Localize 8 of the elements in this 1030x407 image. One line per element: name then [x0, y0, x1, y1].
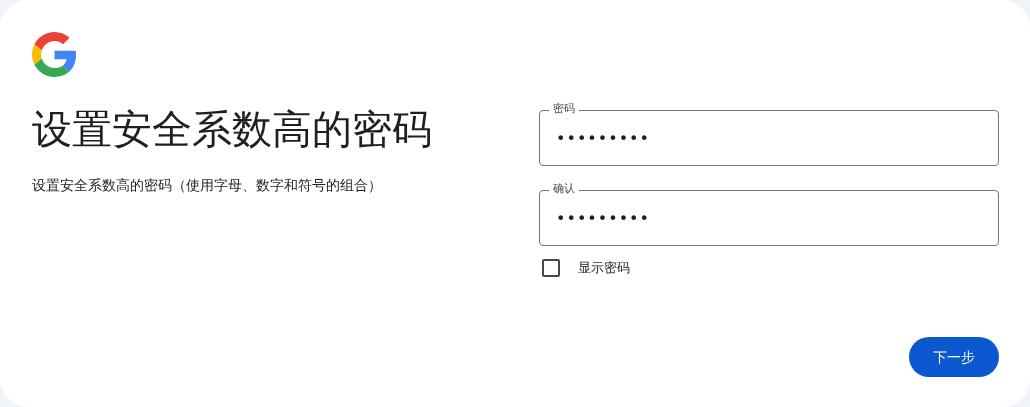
page-subtitle: 设置安全系数高的密码（使用字母、数字和符号的组合） — [32, 176, 383, 195]
logo-icon — [32, 32, 77, 77]
next-button[interactable]: 下一步 — [909, 337, 999, 377]
page-title: 设置安全系数高的密码 — [32, 105, 433, 153]
field-label: 密码 — [549, 102, 579, 116]
checkbox-label: 显示密码 — [578, 259, 630, 277]
field-label: 确认 — [549, 182, 579, 196]
checkbox[interactable] — [542, 258, 560, 277]
